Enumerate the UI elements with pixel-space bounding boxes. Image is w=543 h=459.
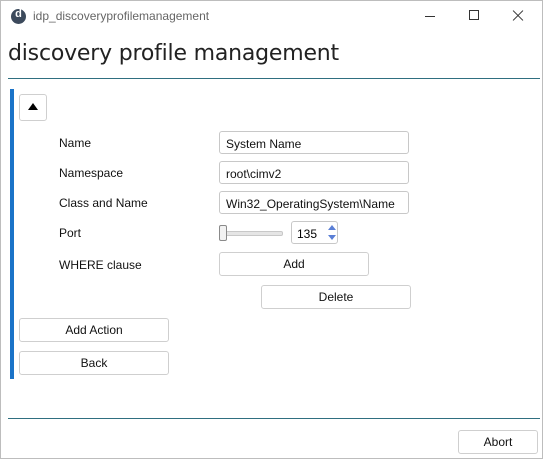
spin-up-icon[interactable] [327,224,337,232]
where-clause-label: WHERE clause [59,258,142,272]
port-slider-track[interactable] [223,231,283,236]
namespace-label: Namespace [59,166,124,180]
footer-divider [8,418,540,419]
maximize-icon[interactable] [461,6,487,26]
port-slider-handle[interactable] [219,225,227,241]
minimize-icon[interactable] [417,6,443,26]
add-action-button[interactable]: Add Action [19,318,169,342]
name-field[interactable]: System Name [219,131,409,154]
back-button[interactable]: Back [19,351,169,375]
add-where-button[interactable]: Add [219,252,369,276]
abort-button[interactable]: Abort [458,430,538,454]
delete-button[interactable]: Delete [261,285,411,309]
app-logo-icon [11,8,26,24]
class-name-label: Class and Name [59,196,148,210]
port-label: Port [59,226,82,240]
spin-down-icon[interactable] [327,234,337,242]
namespace-field[interactable]: root\cimv2 [219,161,409,184]
collapse-arrow-icon[interactable] [19,94,47,121]
app-window: idp_discoveryprofilemanagement discovery… [0,0,543,459]
class-name-field[interactable]: Win32_OperatingSystem\Name [219,191,409,214]
window-title: idp_discoveryprofilemanagement [33,9,210,23]
name-label: Name [59,136,92,150]
panel-accent-bar [10,89,14,379]
title-bar: idp_discoveryprofilemanagement [1,1,542,32]
close-icon[interactable] [505,6,531,26]
page-title: discovery profile management [8,41,339,66]
header-divider [8,78,540,79]
